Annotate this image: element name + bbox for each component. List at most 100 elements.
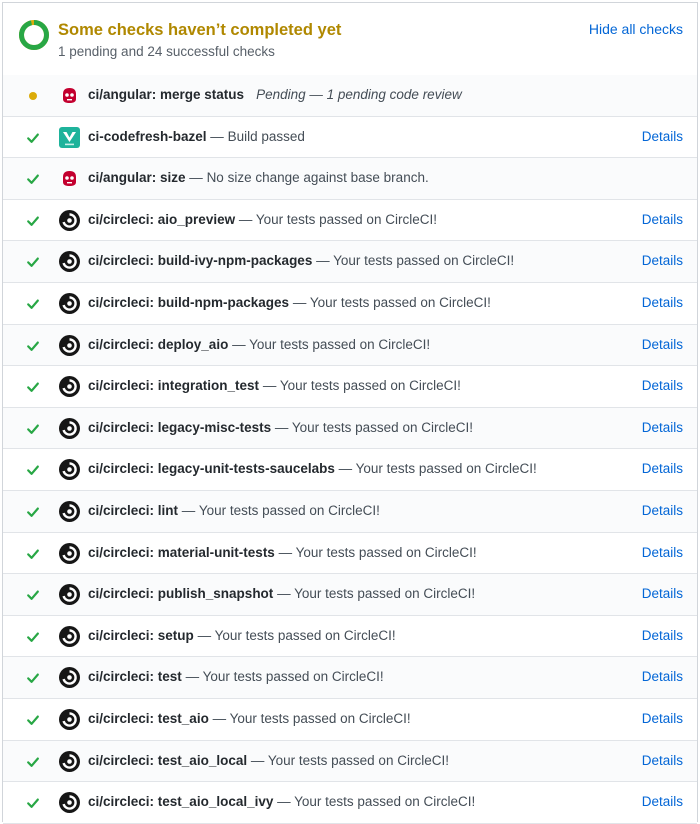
- details-link[interactable]: Details: [642, 295, 683, 310]
- angular-icon: [61, 170, 78, 187]
- check-separator: —: [235, 211, 256, 227]
- check-mark-icon: [27, 216, 39, 226]
- check-separator: —: [228, 336, 250, 352]
- check-text: ci/circleci: integration_test — Your tes…: [88, 378, 461, 393]
- check-name: ci-codefresh-bazel: [88, 128, 207, 144]
- details-link[interactable]: Details: [642, 711, 683, 726]
- check-separator: —: [178, 502, 199, 518]
- check-name: ci/circleci: lint: [88, 502, 179, 518]
- check-separator: —: [289, 294, 310, 310]
- check-row: ci/circleci: aio_preview — Your tests pa…: [3, 200, 697, 242]
- check-separator: —: [312, 253, 334, 269]
- circleci-icon: [59, 251, 80, 273]
- progress-ring-icon: [19, 20, 49, 50]
- check-description: Your tests passed on CircleCI!: [267, 752, 449, 768]
- circleci-icon: [59, 542, 80, 564]
- check-name: ci/circleci: build-ivy-npm-packages: [88, 253, 313, 269]
- check-mark-icon: [27, 757, 39, 767]
- check-mark-icon: [27, 590, 39, 601]
- check-row: ci/circleci: test_aio — Your tests passe…: [3, 699, 697, 741]
- check-separator: —: [206, 128, 228, 144]
- check-text: ci/circleci: publish_snapshot — Your tes…: [88, 586, 475, 601]
- check-mark-icon: [27, 382, 39, 393]
- check-description: Pending — 1 pending code review: [256, 87, 462, 102]
- details-link[interactable]: Details: [642, 586, 683, 601]
- check-separator: —: [273, 794, 295, 810]
- check-mark-icon: [27, 133, 39, 143]
- check-mark-icon: [27, 507, 39, 517]
- check-description: Your tests passed on CircleCI!: [294, 586, 476, 602]
- check-name: ci/circleci: build-npm-packages: [88, 294, 290, 310]
- check-description: Your tests passed on CircleCI!: [309, 294, 491, 310]
- check-name: ci/circleci: aio_preview: [88, 211, 236, 227]
- check-mark-icon: [27, 299, 39, 309]
- check-row: ci/circleci: test — Your tests passed on…: [3, 657, 697, 699]
- circleci-icon: [59, 292, 80, 314]
- check-description: Your tests passed on CircleCI!: [355, 461, 537, 477]
- check-description: Your tests passed on CircleCI!: [198, 502, 380, 518]
- check-row: ci-codefresh-bazel — Build passed Details: [3, 117, 697, 159]
- check-row: ci/angular: size — No size change agains…: [3, 158, 697, 200]
- check-text: ci/circleci: test_aio_local — Your tests…: [88, 753, 449, 768]
- check-separator: —: [334, 461, 356, 477]
- details-link[interactable]: Details: [642, 503, 683, 518]
- check-separator: —: [181, 669, 203, 685]
- codefresh-icon: [59, 126, 80, 148]
- check-text: ci/circleci: setup — Your tests passed o…: [88, 628, 396, 643]
- check-separator: —: [193, 627, 215, 643]
- check-text: ci/circleci: material-unit-tests — Your …: [88, 545, 477, 560]
- check-name: ci/circleci: test: [88, 669, 182, 685]
- check-text: ci/circleci: build-ivy-npm-packages — Yo…: [88, 253, 514, 268]
- details-link[interactable]: Details: [642, 253, 683, 268]
- check-separator: —: [271, 419, 292, 435]
- check-name: ci/circleci: integration_test: [88, 378, 260, 394]
- details-link[interactable]: Details: [642, 461, 683, 476]
- check-name: ci/circleci: legacy-misc-tests: [88, 419, 272, 435]
- check-mark-icon: [27, 798, 39, 808]
- check-description: Your tests passed on CircleCI!: [255, 211, 437, 227]
- check-row: ci/circleci: deploy_aio — Your tests pas…: [3, 324, 697, 367]
- check-name: ci/circleci: material-unit-tests: [88, 544, 275, 560]
- check-row: ci/circleci: test_aio_local — Your tests…: [3, 740, 697, 783]
- check-description: Your tests passed on CircleCI!: [333, 253, 515, 269]
- check-mark-icon: [27, 715, 39, 725]
- check-row: ci/circleci: lint — Your tests passed on…: [3, 490, 697, 533]
- details-link[interactable]: Details: [642, 753, 683, 768]
- circleci-icon: [59, 708, 80, 730]
- checks-header: Some checks haven’t completed yet 1 pend…: [3, 3, 697, 76]
- circleci-icon: [59, 500, 80, 522]
- hide-all-checks-link[interactable]: Hide all checks: [589, 21, 683, 37]
- details-link[interactable]: Details: [642, 378, 683, 393]
- check-description: Your tests passed on CircleCI!: [294, 794, 476, 810]
- check-text: ci-codefresh-bazel — Build passed: [88, 129, 305, 144]
- check-name: ci/circleci: publish_snapshot: [88, 586, 274, 602]
- circleci-icon: [59, 417, 80, 439]
- check-row: ci/circleci: publish_snapshot — Your tes…: [3, 574, 697, 616]
- details-link[interactable]: Details: [642, 337, 683, 352]
- check-mark-icon: [27, 632, 39, 642]
- details-link[interactable]: Details: [642, 129, 683, 144]
- check-description: No size change against base branch.: [206, 170, 429, 186]
- details-link[interactable]: Details: [642, 628, 683, 643]
- checks-title: Some checks haven’t completed yet: [58, 21, 342, 39]
- details-link[interactable]: Details: [642, 212, 683, 227]
- check-description: Build passed: [227, 128, 305, 144]
- check-description: Your tests passed on CircleCI!: [249, 336, 431, 352]
- circleci-icon: [59, 625, 80, 647]
- pending-dot-icon: [29, 92, 37, 100]
- check-description: Your tests passed on CircleCI!: [291, 419, 473, 435]
- check-description: Your tests passed on CircleCI!: [214, 627, 396, 643]
- details-link[interactable]: Details: [642, 669, 683, 684]
- check-text: ci/circleci: test_aio — Your tests passe…: [88, 711, 411, 726]
- angular-icon: [61, 87, 78, 104]
- circleci-icon: [59, 667, 80, 689]
- details-link[interactable]: Details: [642, 545, 683, 560]
- details-link[interactable]: Details: [642, 420, 683, 435]
- check-separator: —: [208, 710, 230, 726]
- check-text: ci/circleci: legacy-unit-tests-saucelabs…: [88, 461, 537, 476]
- check-name: ci/circleci: test_aio_local_ivy: [88, 794, 274, 810]
- check-name: ci/circleci: deploy_aio: [88, 336, 229, 352]
- check-name: ci/circleci: test_aio: [88, 710, 209, 726]
- details-link[interactable]: Details: [642, 794, 683, 809]
- check-name: ci/circleci: setup: [88, 627, 194, 643]
